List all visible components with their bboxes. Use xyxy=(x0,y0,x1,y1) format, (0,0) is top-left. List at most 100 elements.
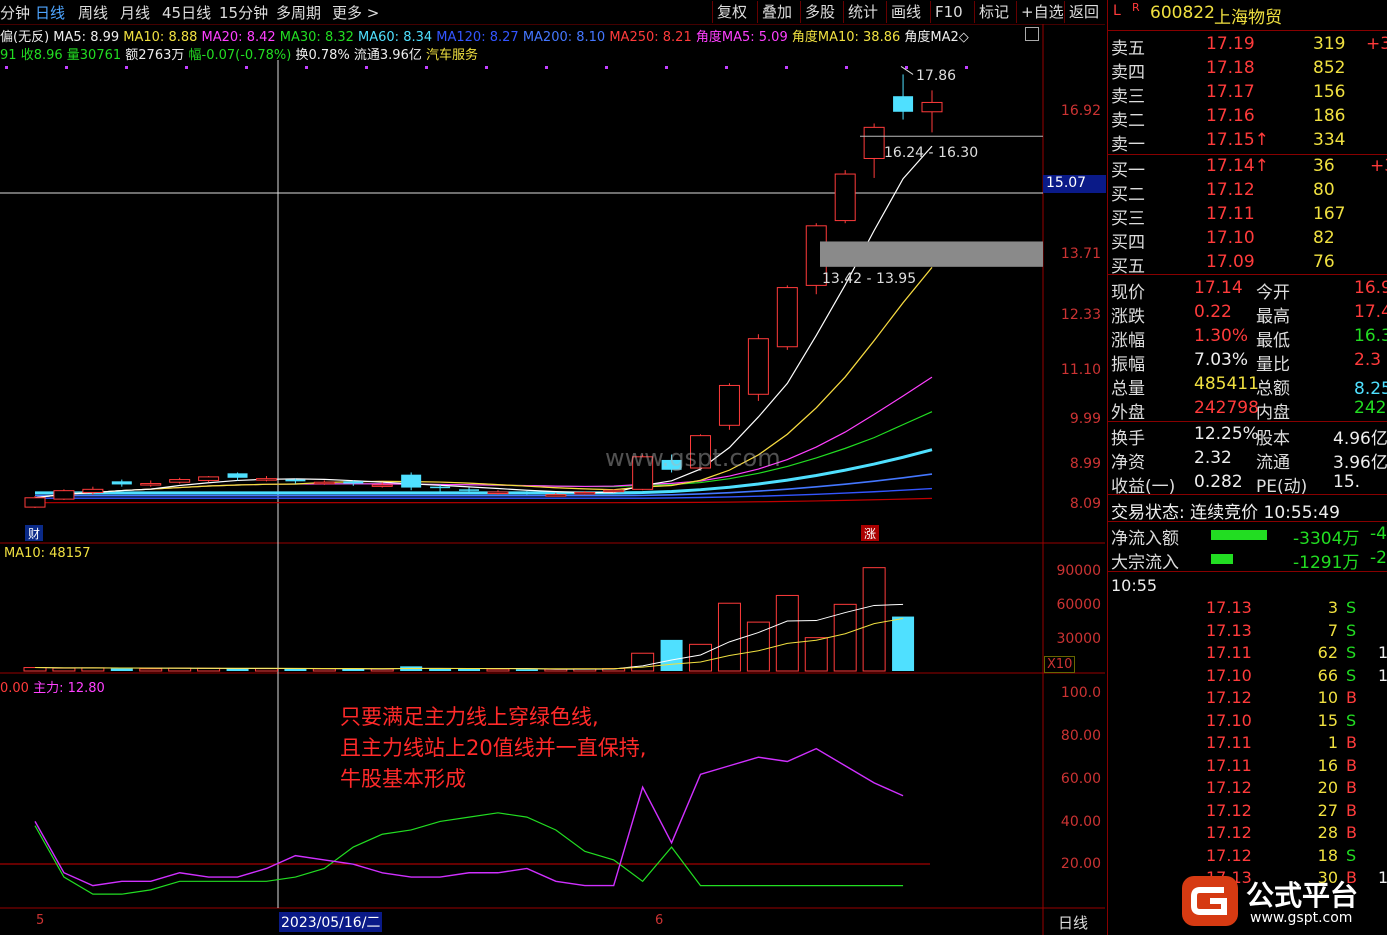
sell-extra: +31 xyxy=(1366,34,1387,54)
date-tick-left: 5 xyxy=(36,913,45,928)
tick-row: 17.11 62 S 1 xyxy=(1108,643,1387,665)
buy-volume: 36 xyxy=(1313,156,1335,176)
sell-label: 卖三 xyxy=(1111,87,1145,107)
candle-body xyxy=(718,384,740,426)
buy-price: 17.11 xyxy=(1206,204,1255,224)
buy-volume: 82 xyxy=(1313,228,1335,248)
stat-row[interactable]: 现价 17.14 今开 16.9 xyxy=(1108,278,1387,303)
buy-row[interactable]: 买二 17.12 80 xyxy=(1108,180,1387,205)
stat-value: 485411 xyxy=(1194,374,1259,394)
buy-label: 买四 xyxy=(1111,233,1145,253)
stat-label: 总量 xyxy=(1111,379,1145,399)
buy-row[interactable]: 买三 17.11 167 xyxy=(1108,204,1387,229)
stat-label: 外盘 xyxy=(1111,403,1145,423)
mf-tick-3: 60.00 xyxy=(1060,771,1101,787)
watermark: www.gspt.com xyxy=(605,444,781,472)
gap-lower-label: 13.42 - 13.95 xyxy=(822,271,917,287)
current-price-tag: 15.07 xyxy=(1043,175,1106,193)
fundamental-row[interactable]: 换手 12.25% 股本 4.96亿 xyxy=(1108,424,1387,449)
top-marker-dot xyxy=(5,66,8,69)
volume-ma10-line xyxy=(34,617,904,670)
candle xyxy=(893,74,914,120)
sell-label: 卖五 xyxy=(1111,39,1145,59)
sell-row[interactable]: 卖一 17.15↑ 334 xyxy=(1108,130,1387,155)
stat-value-2: 16.9 xyxy=(1354,278,1387,298)
vol-tick-1: 90000 xyxy=(1056,563,1101,579)
sell-price: 17.16 xyxy=(1206,106,1255,126)
sell-volume: 852 xyxy=(1313,58,1346,78)
candle xyxy=(198,476,220,483)
trade-status-text: 交易状态: 连续竞价 10:55:49 xyxy=(1111,503,1340,523)
mf-tick-4: 40.00 xyxy=(1060,814,1101,830)
sell-row[interactable]: 卖四 17.18 852 xyxy=(1108,58,1387,83)
top-marker-dot xyxy=(545,66,548,69)
stat-row[interactable]: 振幅 7.03% 量比 2.3 xyxy=(1108,350,1387,375)
fund-value-2: 15. xyxy=(1333,472,1361,492)
buy-price: 17.09 xyxy=(1206,252,1255,272)
buy-row[interactable]: 买一 17.14↑ 36 +3 xyxy=(1108,156,1387,181)
candle-body xyxy=(169,479,191,483)
tick-side: B xyxy=(1346,688,1357,707)
annotation-line-3: 牛股基本形成 xyxy=(340,767,466,791)
stat-value: 0.22 xyxy=(1194,302,1232,322)
candle xyxy=(401,472,422,491)
stat-label: 现价 xyxy=(1111,283,1145,303)
price-tick-5: 11.10 xyxy=(1060,362,1101,378)
candle-body xyxy=(343,481,364,484)
tick-side: B xyxy=(1346,733,1357,752)
tick-row: 17.12 18 S xyxy=(1108,846,1387,868)
stat-row[interactable]: 涨跌 0.22 最高 17.4 xyxy=(1108,302,1387,327)
top-marker-dot xyxy=(125,66,128,69)
top-marker-dot xyxy=(65,66,68,69)
tick-volume: 15 xyxy=(1317,710,1338,730)
mainforce-prefix: 0.00 xyxy=(0,681,29,696)
candle-body xyxy=(921,101,943,113)
tick-row: 17.12 10 B xyxy=(1108,688,1387,710)
flow-row[interactable]: 大宗流入 -1291万 -2 xyxy=(1108,548,1387,573)
mainforce-label: 0.00 主力: 12.80 xyxy=(0,677,105,696)
stat-value-2: 8.25亿 xyxy=(1354,379,1387,399)
period-label: 日线 xyxy=(1058,914,1089,932)
sell-label: 卖一 xyxy=(1111,135,1145,155)
candle-body xyxy=(747,338,769,395)
stat-row[interactable]: 外盘 242798内盘 24261 xyxy=(1108,398,1387,423)
volume-ma5-line xyxy=(34,603,904,670)
candle xyxy=(863,123,885,178)
sell-label: 卖二 xyxy=(1111,111,1145,131)
buy-row[interactable]: 买四 17.10 82 xyxy=(1108,228,1387,253)
stat-row[interactable]: 涨幅 1.30% 最低 16.3 xyxy=(1108,326,1387,351)
candle xyxy=(718,383,740,430)
fund-value: 2.32 xyxy=(1194,448,1232,468)
stock-name: 上海物贸 xyxy=(1214,8,1282,28)
buy-row[interactable]: 买五 17.09 76 xyxy=(1108,252,1387,277)
buy-volume: 80 xyxy=(1313,180,1335,200)
candle-body xyxy=(82,488,104,493)
sell-row[interactable]: 卖五 17.19 319 +31 xyxy=(1108,34,1387,59)
sell-row[interactable]: 卖三 17.17 156 xyxy=(1108,82,1387,107)
tick-volume: 20 xyxy=(1317,778,1338,797)
stat-label: 振幅 xyxy=(1111,355,1145,375)
tick-extra: 1 xyxy=(1378,665,1387,685)
sell-label: 卖四 xyxy=(1111,63,1145,83)
fundamental-row[interactable]: 收益(一) 0.282 PE(动) 15. xyxy=(1108,472,1387,497)
tick-volume: 28 xyxy=(1317,823,1338,842)
candle-body xyxy=(227,473,248,478)
flow-value: -3304万 xyxy=(1293,529,1360,549)
tick-price: 17.13 xyxy=(1206,598,1252,617)
top-marker-dot xyxy=(425,66,428,69)
cursor-date: 2023/05/16/二 xyxy=(279,912,383,932)
candle xyxy=(24,496,46,508)
fund-value: 0.282 xyxy=(1194,472,1243,492)
fundamental-row[interactable]: 净资 2.32 流通 3.96亿 xyxy=(1108,448,1387,473)
fund-value-2: 4.96亿 xyxy=(1333,429,1387,449)
stat-label-2: 量比 xyxy=(1256,355,1290,375)
tick-volume: 27 xyxy=(1317,800,1338,820)
candle xyxy=(169,477,191,484)
top-marker-dot xyxy=(665,66,668,69)
sell-row[interactable]: 卖二 17.16 186 xyxy=(1108,106,1387,131)
fund-label-2: 股本 xyxy=(1256,429,1290,449)
annotation-line-2: 且主力线站上20值线并一直保持, xyxy=(340,736,647,760)
candle-body xyxy=(24,497,46,508)
candle-body xyxy=(574,491,596,495)
stat-row[interactable]: 总量 485411总额 8.25亿 xyxy=(1108,374,1387,399)
